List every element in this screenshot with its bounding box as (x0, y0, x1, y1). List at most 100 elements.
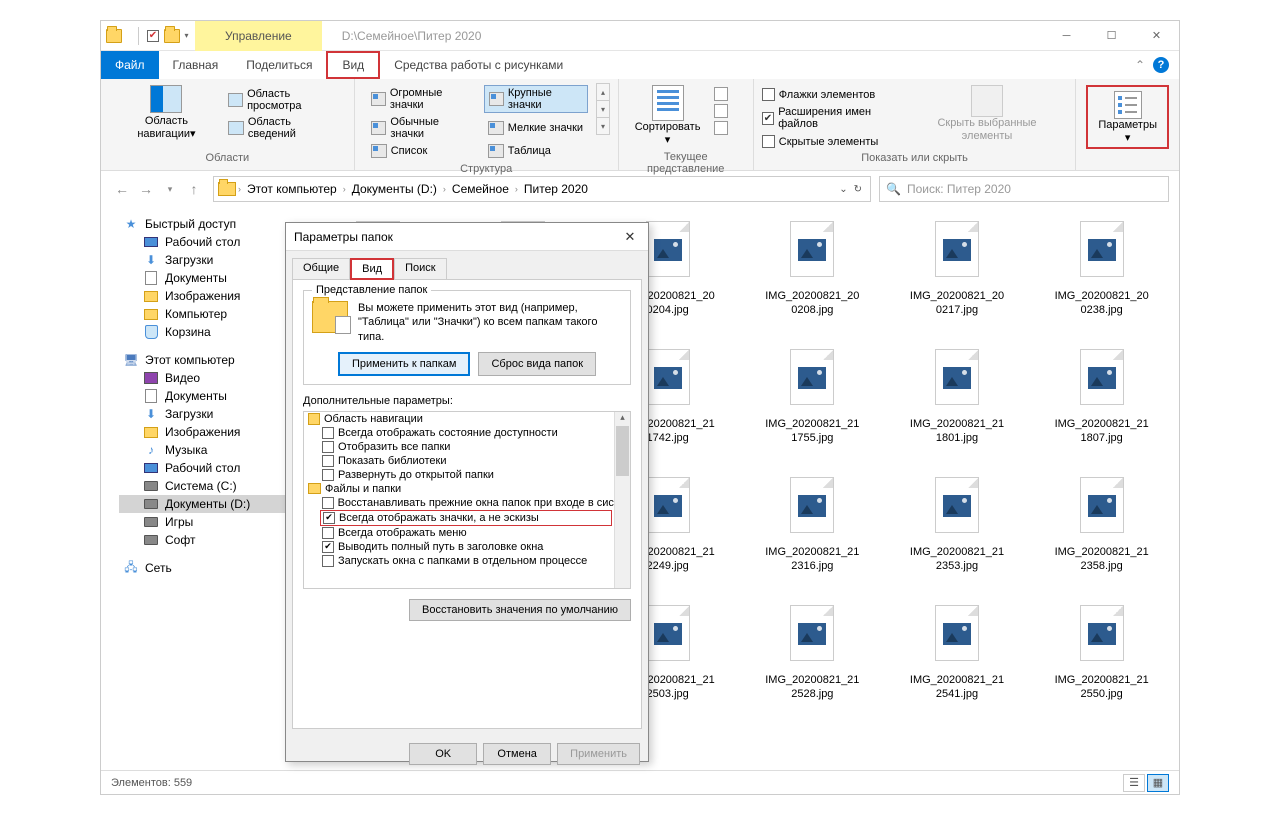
file-item[interactable]: IMG_20200821_200238.jpg (1029, 217, 1174, 345)
layout-medium-button[interactable]: Обычные значки (367, 115, 478, 141)
size-columns-button[interactable] (714, 121, 728, 135)
navigation-tree[interactable]: ★Быстрый доступ Рабочий стол ⬇Загрузки Д… (101, 207, 301, 787)
file-item[interactable]: IMG_20200821_212550.jpg (1029, 601, 1174, 729)
file-item[interactable]: IMG_20200821_211755.jpg (740, 345, 885, 473)
minimize-button[interactable]: ─ (1044, 21, 1089, 51)
breadcrumb-segment[interactable]: Этот компьютер (243, 182, 341, 196)
file-item[interactable]: IMG_20200821_212358.jpg (1029, 473, 1174, 601)
tree-documents2[interactable]: Документы (119, 387, 301, 405)
chevron-right-icon[interactable]: › (343, 184, 346, 194)
hide-selected-button[interactable]: Скрыть выбранные элементы (907, 83, 1068, 145)
tab-general[interactable]: Общие (292, 258, 350, 280)
adv-full-path-title[interactable]: ✔Выводить полный путь в заголовке окна (304, 540, 630, 554)
ribbon-tab-view[interactable]: Вид (326, 51, 380, 79)
close-button[interactable]: ✕ (620, 229, 640, 245)
options-button[interactable]: Параметры▾ (1086, 85, 1169, 149)
layout-large-button[interactable]: Крупные значки (484, 85, 589, 113)
ribbon-tab-home[interactable]: Главная (159, 51, 233, 79)
item-checkboxes-toggle[interactable]: Флажки элементов (762, 87, 907, 102)
chevron-down-icon[interactable] (125, 32, 132, 39)
new-folder-icon[interactable] (164, 28, 180, 44)
apply-button[interactable]: Применить (557, 743, 640, 765)
file-item[interactable]: IMG_20200821_200217.jpg (885, 217, 1030, 345)
file-item[interactable]: IMG_20200821_200208.jpg (740, 217, 885, 345)
tree-pictures[interactable]: Изображения (119, 287, 301, 305)
file-extensions-toggle[interactable]: ✔Расширения имен файлов (762, 105, 907, 131)
layout-small-button[interactable]: Мелкие значки (484, 115, 589, 141)
history-dropdown[interactable]: ▾ (159, 178, 181, 200)
dialog-titlebar[interactable]: Параметры папок ✕ (286, 223, 648, 251)
tree-sysdrive[interactable]: Система (C:) (119, 477, 301, 495)
layout-details-button[interactable]: Таблица (484, 143, 589, 159)
tree-videos[interactable]: Видео (119, 369, 301, 387)
adv-show-libs[interactable]: Показать библиотеки (304, 454, 630, 468)
tab-search[interactable]: Поиск (394, 258, 446, 280)
chevron-right-icon[interactable]: › (443, 184, 446, 194)
sort-by-button[interactable]: Сортировать▾ (627, 83, 709, 149)
restore-defaults-button[interactable]: Восстановить значения по умолчанию (409, 599, 631, 621)
adv-show-all[interactable]: Отобразить все папки (304, 440, 630, 454)
tree-downloads2[interactable]: ⬇Загрузки (119, 405, 301, 423)
file-item[interactable]: IMG_20200821_211801.jpg (885, 345, 1030, 473)
chevron-up-icon[interactable]: ⌃ (1135, 58, 1145, 72)
chevron-down-icon[interactable]: ▾ (183, 32, 190, 39)
breadcrumb-segment[interactable]: Питер 2020 (520, 182, 592, 196)
breadcrumb-segment[interactable]: Семейное (448, 182, 513, 196)
file-item[interactable]: IMG_20200821_212353.jpg (885, 473, 1030, 601)
help-icon[interactable]: ? (1153, 57, 1169, 73)
icons-view-toggle[interactable]: ▦ (1147, 774, 1169, 792)
add-columns-button[interactable] (714, 104, 728, 118)
title-bar[interactable]: ✔ ▾ Управление D:\Семейное\Питер 2020 ─ … (101, 21, 1179, 51)
tab-view[interactable]: Вид (350, 258, 394, 280)
tree-music[interactable]: ♪Музыка (119, 441, 301, 459)
preview-pane-button[interactable]: Область просмотра (224, 87, 346, 113)
tree-docdrive[interactable]: Документы (D:) (119, 495, 301, 513)
tree-quick-access[interactable]: ★Быстрый доступ (119, 215, 301, 233)
tree-pictures2[interactable]: Изображения (119, 423, 301, 441)
navigation-pane-button[interactable]: Область навигации▾ (109, 83, 224, 143)
scrollbar[interactable] (614, 412, 630, 588)
maximize-button[interactable]: ☐ (1089, 21, 1134, 51)
file-item[interactable]: IMG_20200821_212528.jpg (740, 601, 885, 729)
chevron-right-icon[interactable]: › (515, 184, 518, 194)
breadcrumb-segment[interactable]: Документы (D:) (348, 182, 441, 196)
up-button[interactable]: ↑ (183, 178, 205, 200)
ok-button[interactable]: OK (409, 743, 477, 765)
properties-icon[interactable]: ✔ (145, 28, 161, 44)
hidden-items-toggle[interactable]: Скрытые элементы (762, 134, 907, 149)
adv-always-menus[interactable]: Всегда отображать меню (304, 526, 630, 540)
tree-this-pc[interactable]: 🖥Этот компьютер (119, 351, 301, 369)
tree-downloads[interactable]: ⬇Загрузки (119, 251, 301, 269)
adv-icons-not-thumbs[interactable]: ✔Всегда отображать значки, а не эскизы (320, 510, 612, 526)
folder-icon[interactable] (106, 28, 122, 44)
group-by-button[interactable] (714, 87, 728, 101)
tree-desktop2[interactable]: Рабочий стол (119, 459, 301, 477)
details-pane-button[interactable]: Область сведений (224, 115, 346, 141)
address-bar[interactable]: › Этот компьютер › Документы (D:) › Семе… (213, 176, 871, 202)
file-item[interactable]: IMG_20200821_212316.jpg (740, 473, 885, 601)
tree-desktop[interactable]: Рабочий стол (119, 233, 301, 251)
reset-folders-button[interactable]: Сброс вида папок (478, 352, 596, 376)
tree-documents[interactable]: Документы (119, 269, 301, 287)
apply-to-folders-button[interactable]: Применить к папкам (338, 352, 471, 376)
tree-computer[interactable]: Компьютер (119, 305, 301, 323)
adv-files-folders[interactable]: Файлы и папки (304, 482, 630, 496)
scrollbar-thumb[interactable] (616, 426, 629, 476)
address-dropdown[interactable]: ⌄ (839, 184, 847, 195)
adv-separate-process[interactable]: Запускать окна с папками в отдельном про… (304, 554, 630, 568)
back-button[interactable]: ← (111, 178, 133, 200)
ribbon-tab-share[interactable]: Поделиться (232, 51, 326, 79)
details-view-toggle[interactable]: ☰ (1123, 774, 1145, 792)
adv-always-status[interactable]: Всегда отображать состояние доступности (304, 426, 630, 440)
file-item[interactable]: IMG_20200821_211807.jpg (1029, 345, 1174, 473)
ribbon-tab-picture-tools[interactable]: Средства работы с рисунками (380, 51, 577, 79)
tree-recycle[interactable]: Корзина (119, 323, 301, 341)
adv-nav-area[interactable]: Область навигации (304, 412, 630, 426)
tree-soft[interactable]: Софт (119, 531, 301, 549)
refresh-button[interactable]: ↻ (854, 184, 862, 195)
adv-restore-prev[interactable]: Восстанавливать прежние окна папок при в… (304, 496, 630, 510)
ribbon-tab-file[interactable]: Файл (101, 51, 159, 79)
chevron-right-icon[interactable]: › (238, 184, 241, 194)
search-input[interactable]: 🔍 Поиск: Питер 2020 (879, 176, 1169, 202)
layout-list-button[interactable]: Список (367, 143, 478, 159)
